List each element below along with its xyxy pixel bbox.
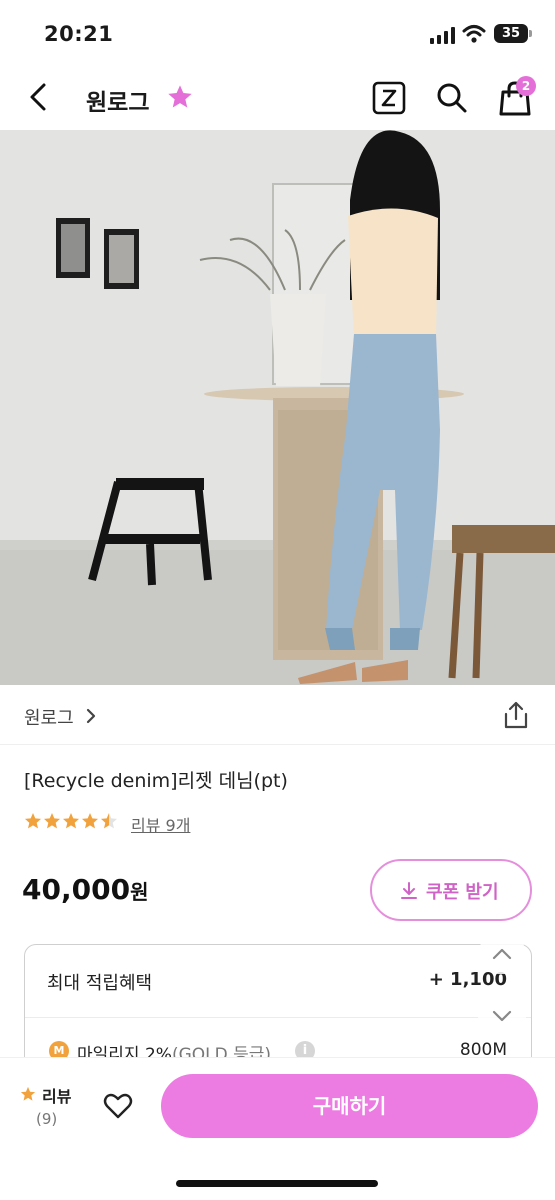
- divider: [0, 744, 555, 745]
- page-title[interactable]: 원로그: [86, 83, 149, 117]
- review-label: 리뷰: [42, 1087, 72, 1106]
- chevron-down-icon[interactable]: [478, 996, 526, 1036]
- chevron-right-icon[interactable]: [84, 707, 98, 725]
- status-time: 20:21: [44, 22, 114, 46]
- product-name: [Recycle denim]리젯 데님(pt): [24, 770, 288, 792]
- mileage-value: 800M: [459, 1040, 507, 1060]
- favorite-star-icon[interactable]: [166, 83, 194, 111]
- reward-divider: [25, 1017, 531, 1018]
- home-indicator: [176, 1180, 378, 1187]
- review-star-icon: [20, 1086, 36, 1101]
- search-icon[interactable]: [434, 80, 470, 116]
- download-icon: [401, 882, 417, 899]
- product-image[interactable]: [0, 130, 555, 685]
- share-icon[interactable]: [502, 700, 530, 730]
- top-navigation: 원로그: [0, 64, 555, 130]
- z-icon[interactable]: [372, 81, 406, 115]
- rating-stars: [25, 813, 117, 829]
- heart-icon[interactable]: [102, 1090, 134, 1122]
- chevron-up-icon[interactable]: [478, 934, 526, 974]
- store-row: 원로그: [0, 690, 555, 740]
- status-bar: 20:21 35: [0, 0, 555, 64]
- price: 40,000원: [22, 873, 148, 906]
- price-unit: 원: [130, 880, 149, 904]
- back-chevron-icon[interactable]: [22, 80, 56, 114]
- battery-level: 35: [494, 24, 528, 43]
- price-value: 40,000: [22, 873, 131, 906]
- store-link[interactable]: 원로그: [24, 704, 74, 730]
- review-link[interactable]: 리뷰 9개: [131, 812, 190, 836]
- review-summary[interactable]: 리뷰 (9): [20, 1082, 90, 1132]
- reward-title: 최대 적립혜택: [47, 973, 153, 994]
- cart-count-badge: 2: [516, 76, 536, 96]
- rating-row: 리뷰 9개: [24, 810, 324, 836]
- wifi-icon: [462, 25, 486, 43]
- buy-button[interactable]: 구매하기: [161, 1074, 538, 1138]
- coupon-button[interactable]: 쿠폰 받기: [370, 859, 532, 921]
- cellular-signal-icon: [430, 27, 455, 44]
- product-photo: [0, 130, 555, 685]
- review-count: (9): [36, 1110, 58, 1128]
- battery-tip: [529, 30, 532, 37]
- coupon-label: 쿠폰 받기: [426, 882, 499, 903]
- bottom-action-bar: 리뷰 (9) 구매하기: [0, 1058, 555, 1200]
